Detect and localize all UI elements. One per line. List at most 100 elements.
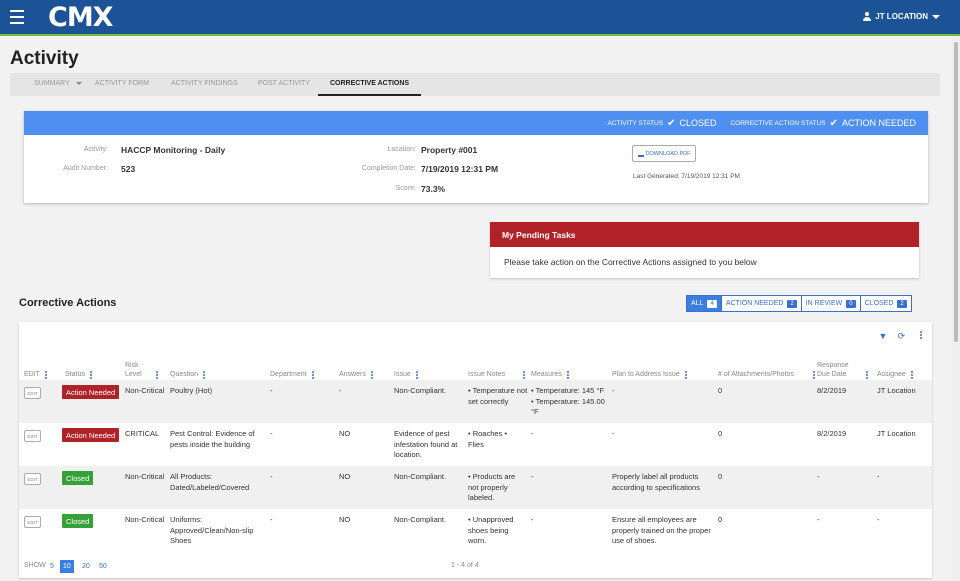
column-header-due-date[interactable]: Response Due Date bbox=[817, 355, 877, 379]
filter-all-count: 4 bbox=[707, 299, 717, 308]
issue-notes: • Products are not properly labeled. bbox=[468, 472, 516, 502]
column-edit-label: EDIT bbox=[24, 371, 40, 378]
column-header-edit[interactable]: EDIT bbox=[24, 355, 64, 379]
issue-notes: • Temperature not set correctly bbox=[468, 386, 528, 406]
activity-label: Activity: bbox=[83, 146, 108, 153]
corrective-actions-table: ▼ ⟳ EDIT Status Risk Level Question Depa… bbox=[19, 322, 932, 578]
issue: Non-Compliant. bbox=[394, 515, 447, 524]
tab-activity-findings[interactable]: ACTIVITY FINDINGS bbox=[171, 80, 238, 87]
risk-level: Non-Critical bbox=[125, 515, 165, 524]
column-menu-icon[interactable] bbox=[866, 371, 868, 379]
top-bar: CMX JT LOCATION bbox=[0, 0, 960, 36]
more-options-icon[interactable] bbox=[920, 331, 922, 339]
scrollbar[interactable] bbox=[952, 38, 960, 581]
location-label: Location: bbox=[387, 146, 416, 153]
column-menu-icon[interactable] bbox=[203, 371, 206, 379]
table-row[interactable]: EDIT Action Needed Non-Critical Poultry … bbox=[19, 380, 932, 423]
filter-action-needed[interactable]: ACTION NEEDED 2 bbox=[720, 295, 802, 312]
column-menu-icon[interactable] bbox=[910, 371, 913, 379]
question: Uniforms: Approved/Clean/Non-slip Shoes bbox=[170, 515, 254, 545]
page-size-10[interactable]: 10 bbox=[60, 560, 74, 573]
audit-number-value: 523 bbox=[121, 164, 136, 174]
edit-button[interactable]: EDIT bbox=[24, 516, 41, 528]
status-filters: ALL 4 ACTION NEEDED 2 IN REVIEW 0 CLOSED 2 bbox=[686, 295, 912, 312]
column-risk-label: Risk Level bbox=[125, 362, 142, 378]
page-size-20[interactable]: 20 bbox=[79, 560, 93, 573]
department: - bbox=[270, 515, 273, 524]
column-menu-icon[interactable] bbox=[566, 371, 569, 379]
column-menu-icon[interactable] bbox=[523, 371, 525, 379]
activity-value: HACCP Monitoring - Daily bbox=[121, 145, 226, 155]
tab-post-activity[interactable]: POST ACTIVITY bbox=[258, 80, 310, 87]
corrective-actions-title: Corrective Actions bbox=[19, 297, 117, 309]
status-badge: Action Needed bbox=[62, 385, 120, 399]
tab-corrective-actions[interactable]: CORRECTIVE ACTIONS bbox=[318, 80, 422, 96]
score-value: 73.3% bbox=[421, 184, 446, 194]
page-title: Activity bbox=[10, 48, 79, 69]
ca-status-value: ACTION NEEDED bbox=[841, 118, 916, 128]
column-attachments-label: # of Attachments/Photos bbox=[718, 371, 794, 378]
status-badge: Closed bbox=[62, 514, 94, 528]
user-menu[interactable]: JT LOCATION bbox=[863, 12, 940, 21]
column-menu-icon[interactable] bbox=[44, 371, 47, 379]
download-pdf-button[interactable]: DOWNLOAD PDF bbox=[632, 145, 696, 162]
column-header-assignee[interactable]: Assignee bbox=[877, 355, 929, 379]
column-menu-icon[interactable] bbox=[156, 371, 158, 379]
filter-action-needed-label: ACTION NEEDED bbox=[725, 300, 784, 307]
risk-level: CRITICAL bbox=[125, 429, 160, 438]
filter-all[interactable]: ALL 4 bbox=[686, 295, 722, 312]
question: Pest Control: Evidence of pests inside t… bbox=[170, 429, 255, 449]
column-menu-icon[interactable] bbox=[311, 371, 314, 379]
completion-date-label: Completion Date: bbox=[361, 165, 416, 172]
attachments-count: 0 bbox=[718, 386, 723, 395]
menu-icon[interactable] bbox=[10, 10, 24, 24]
column-header-plan[interactable]: Plan to Address Issue bbox=[612, 355, 718, 379]
page-size-50[interactable]: 50 bbox=[96, 560, 110, 573]
risk-level: Non-Critical bbox=[125, 472, 165, 481]
pending-tasks-panel: My Pending Tasks Please take action on t… bbox=[490, 222, 919, 278]
tab-activity-form[interactable]: ACTIVITY FORM bbox=[95, 80, 149, 87]
answers: NO bbox=[339, 472, 351, 481]
tab-summary-label: SUMMARY bbox=[34, 80, 70, 87]
column-menu-icon[interactable] bbox=[813, 371, 815, 379]
response-due-date: - bbox=[817, 472, 820, 481]
plan: - bbox=[612, 386, 615, 395]
column-header-status[interactable]: Status bbox=[65, 355, 125, 379]
filter-in-review[interactable]: IN REVIEW 0 bbox=[800, 295, 861, 312]
filter-closed[interactable]: CLOSED 2 bbox=[859, 295, 912, 312]
column-header-department[interactable]: Department bbox=[270, 355, 339, 379]
filter-icon[interactable]: ▼ bbox=[879, 331, 888, 342]
column-due-label: Response Due Date bbox=[817, 362, 849, 378]
column-header-question[interactable]: Question bbox=[170, 355, 270, 379]
table-row[interactable]: EDIT Closed Non-Critical All Products: D… bbox=[19, 466, 932, 509]
edit-button[interactable]: EDIT bbox=[24, 430, 41, 442]
answers: NO bbox=[339, 515, 351, 524]
column-menu-icon[interactable] bbox=[415, 371, 418, 379]
table-row[interactable]: EDIT Closed Non-Critical Uniforms: Appro… bbox=[19, 509, 932, 552]
column-menu-icon[interactable] bbox=[684, 371, 687, 379]
column-menu-icon[interactable] bbox=[370, 371, 373, 379]
column-header-answers[interactable]: Answers bbox=[339, 355, 394, 379]
edit-button[interactable]: EDIT bbox=[24, 387, 41, 399]
issue: Non-Compliant. bbox=[394, 472, 447, 481]
assignee: JT Location bbox=[877, 429, 916, 438]
column-header-measures[interactable]: Measures bbox=[531, 355, 611, 379]
column-header-risk-level[interactable]: Risk Level bbox=[125, 355, 169, 379]
column-header-attachments[interactable]: # of Attachments/Photos bbox=[718, 355, 818, 379]
status-badge: Action Needed bbox=[62, 428, 120, 442]
download-label: DOWNLOAD PDF bbox=[645, 150, 691, 157]
corrective-action-status: CORRECTIVE ACTION STATUS ✔ ACTION NEEDED bbox=[730, 118, 916, 129]
table-footer: SHOW 5 10 20 50 1 - 4 of 4 bbox=[19, 560, 932, 578]
logo: CMX bbox=[48, 2, 113, 33]
column-header-issue[interactable]: Issue bbox=[394, 355, 464, 379]
assignee: - bbox=[877, 515, 880, 524]
table-row[interactable]: EDIT Action Needed CRITICAL Pest Control… bbox=[19, 423, 932, 466]
page-size-5[interactable]: 5 bbox=[47, 560, 57, 573]
edit-button[interactable]: EDIT bbox=[24, 473, 41, 485]
filter-closed-count: 2 bbox=[897, 299, 907, 308]
tab-summary[interactable]: SUMMARY bbox=[34, 80, 82, 87]
refresh-icon[interactable]: ⟳ bbox=[897, 331, 905, 342]
column-menu-icon[interactable] bbox=[89, 371, 92, 379]
response-due-date: 8/2/2019 bbox=[817, 429, 847, 438]
column-header-issue-notes[interactable]: Issue Notes bbox=[468, 355, 530, 379]
